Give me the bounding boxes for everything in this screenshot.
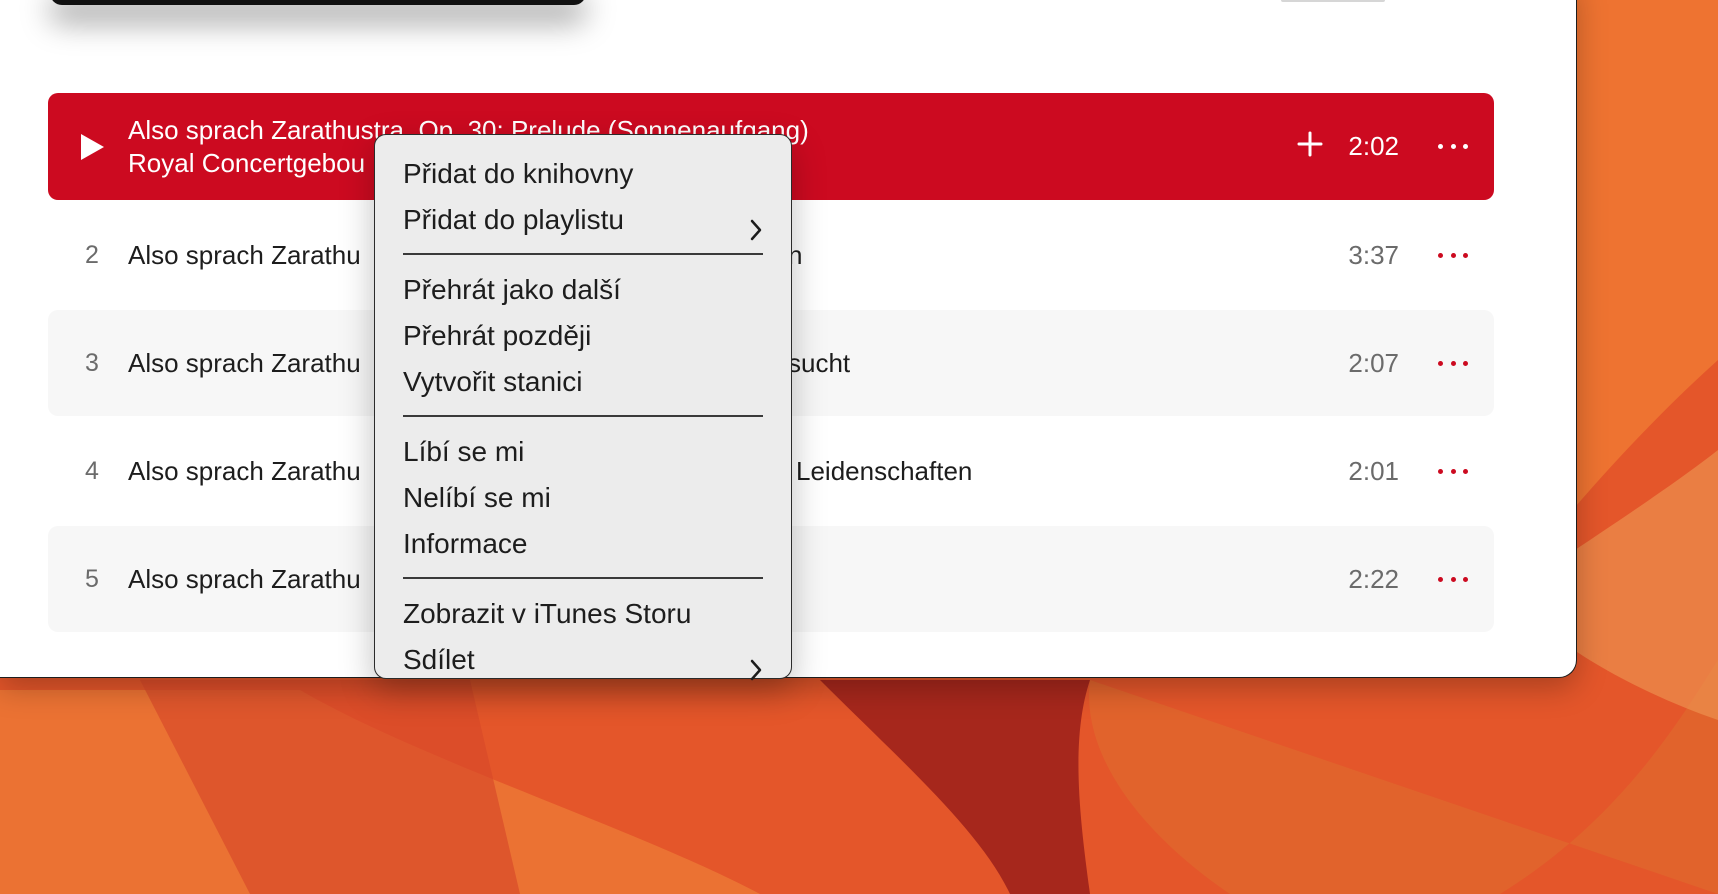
header-control[interactable] xyxy=(1281,0,1385,2)
menu-separator xyxy=(403,577,763,579)
track-number: 4 xyxy=(85,456,99,485)
ellipsis-icon[interactable] xyxy=(1438,360,1468,366)
chevron-right-icon xyxy=(749,649,763,695)
context-menu: Přidat do knihovny Přidat do playlistu P… xyxy=(374,134,792,681)
track-duration: 2:01 xyxy=(1348,455,1399,486)
ellipsis-icon[interactable] xyxy=(1438,576,1468,582)
menu-item-label: Sdílet xyxy=(403,644,475,675)
track-number: 3 xyxy=(85,348,99,377)
ellipsis-icon[interactable] xyxy=(1438,252,1468,258)
track-title-suffix: Leidenschaften xyxy=(796,455,973,486)
track-number: 5 xyxy=(85,564,99,593)
ellipsis-icon[interactable] xyxy=(1438,144,1468,149)
menu-separator xyxy=(403,415,763,417)
menu-item-love[interactable]: Líbí se mi xyxy=(375,429,791,475)
menu-item-info[interactable]: Informace xyxy=(375,521,791,567)
track-duration: 2:02 xyxy=(1348,131,1399,161)
track-number: 2 xyxy=(85,240,99,269)
menu-item-create-station[interactable]: Vytvořit stanici xyxy=(375,359,791,405)
track-title-suffix: sucht xyxy=(788,347,851,378)
menu-item-play-next[interactable]: Přehrát jako další xyxy=(375,267,791,313)
chevron-right-icon xyxy=(749,209,763,255)
menu-item-share[interactable]: Sdílet xyxy=(375,637,791,683)
menu-separator xyxy=(403,253,763,255)
menu-item-show-in-itunes-store[interactable]: Zobrazit v iTunes Storu xyxy=(375,591,791,637)
track-duration: 3:37 xyxy=(1348,239,1399,270)
menu-item-dislike[interactable]: Nelíbí se mi xyxy=(375,475,791,521)
play-icon[interactable] xyxy=(48,133,128,161)
menu-item-label: Přidat do playlistu xyxy=(403,204,625,235)
ellipsis-icon[interactable] xyxy=(1438,468,1468,474)
menu-item-play-later[interactable]: Přehrát později xyxy=(375,313,791,359)
track-duration: 2:07 xyxy=(1348,347,1399,378)
album-artwork xyxy=(50,0,586,5)
menu-item-add-to-library[interactable]: Přidat do knihovny xyxy=(375,151,791,197)
track-duration: 2:22 xyxy=(1348,563,1399,594)
menu-item-add-to-playlist[interactable]: Přidat do playlistu xyxy=(375,197,791,243)
